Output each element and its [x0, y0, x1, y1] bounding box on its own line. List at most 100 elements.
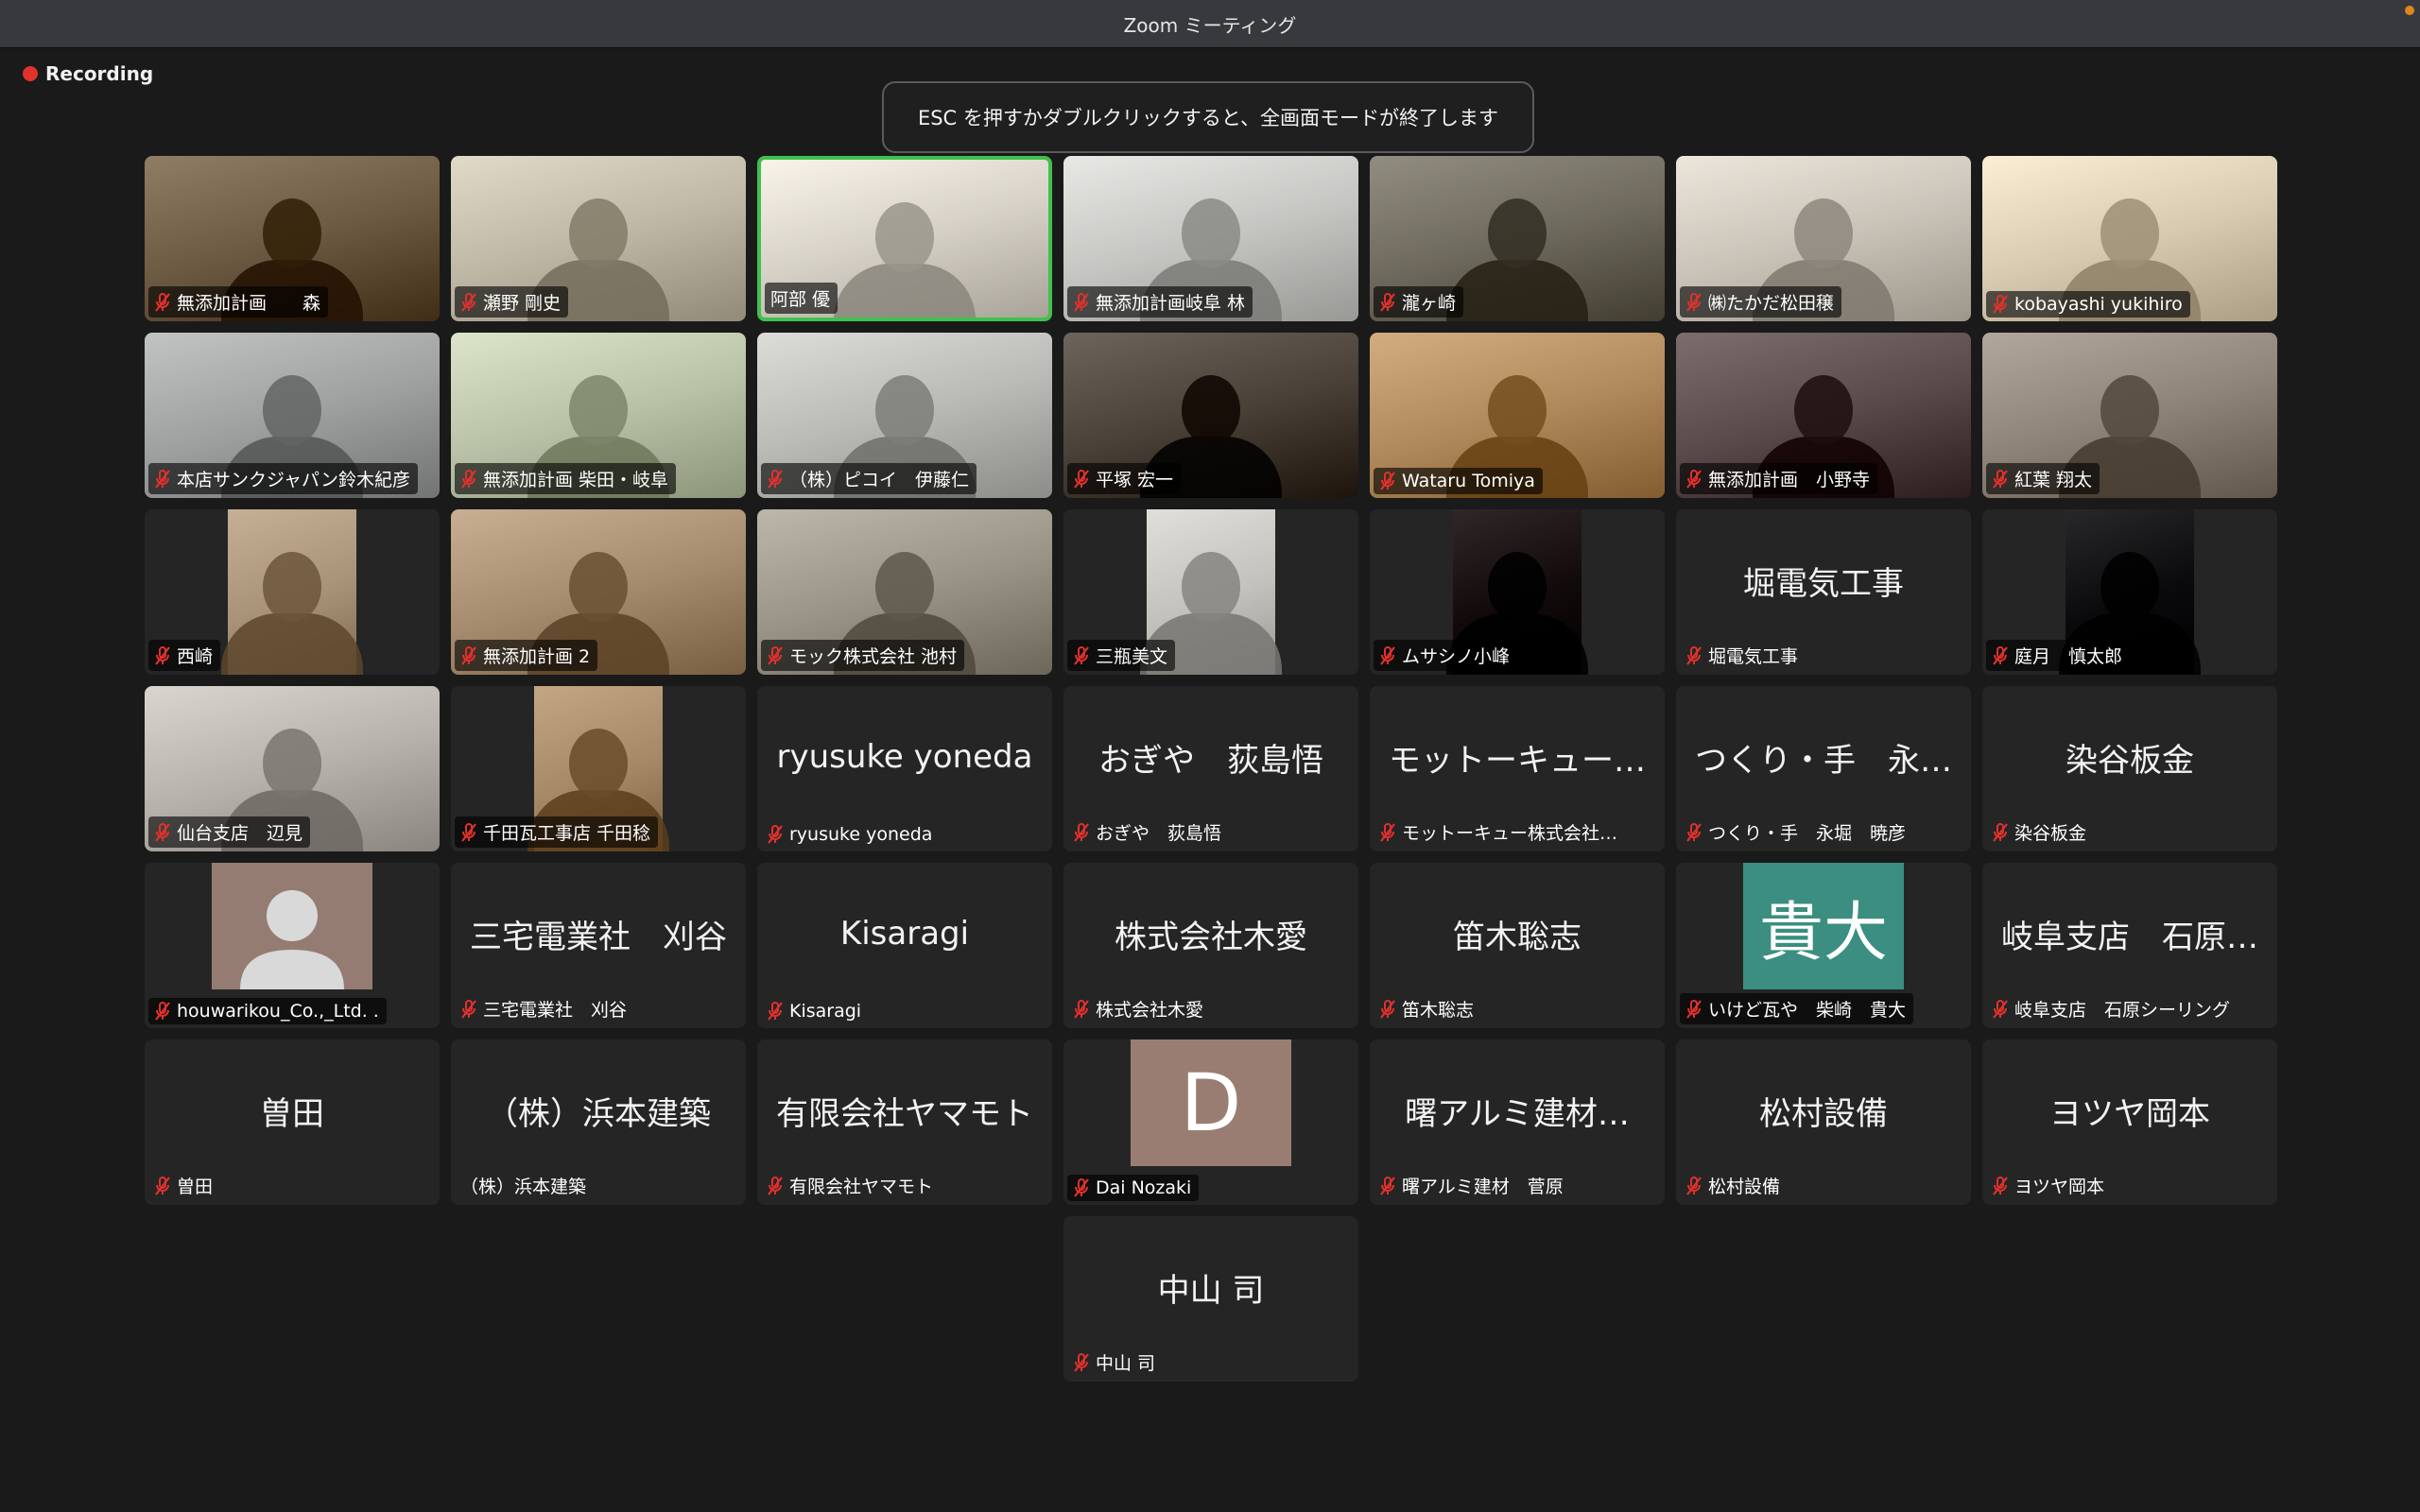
microphone-muted-icon	[154, 469, 171, 490]
microphone-muted-icon	[767, 824, 784, 845]
participant-name-label: 平塚 宏一	[1067, 463, 1182, 494]
participant-name: 仙台支店 辺見	[177, 823, 303, 844]
participant-tile[interactable]: 曙アルミ建材… 曙アルミ建材 菅原	[1370, 1040, 1665, 1205]
participant-tile[interactable]: 阿部 優	[757, 156, 1052, 321]
notification-dot	[2405, 6, 2414, 15]
participant-name-label: houwarikou_Co.,_Ltd. .	[148, 998, 387, 1024]
participant-display-name: 松村設備	[1759, 1094, 1888, 1133]
participant-tile[interactable]: 笛木聡志 笛木聡志	[1370, 863, 1665, 1028]
participant-name: 三瓶美文	[1096, 646, 1168, 667]
participant-name: 三宅電業社 刈谷	[483, 1000, 628, 1021]
microphone-muted-icon	[767, 1176, 784, 1196]
participant-tile[interactable]: 千田瓦工事店 千田稔	[451, 686, 746, 851]
participant-name-label: ㈱たかだ松田穣	[1680, 286, 1842, 318]
participant-name-label: 本店サンクジャパン鈴木紀彦	[148, 463, 419, 494]
microphone-muted-icon	[1685, 292, 1703, 313]
participant-name-label: （株）浜本建築	[455, 1170, 594, 1201]
participant-tile[interactable]: 松村設備 松村設備	[1676, 1040, 1971, 1205]
participant-display-name: 笛木聡志	[1453, 918, 1582, 956]
participant-tile[interactable]: 庭月 慎太郎	[1982, 509, 2277, 675]
participant-name: Wataru Tomiya	[1402, 471, 1535, 491]
participant-name: 紅葉 翔太	[2014, 470, 2093, 490]
participant-tile[interactable]: （株）浜本建築 （株）浜本建築	[451, 1040, 746, 1205]
participant-name: 平塚 宏一	[1096, 470, 1174, 490]
participant-tile[interactable]: おぎや 荻島悟 おぎや 荻島悟	[1063, 686, 1358, 851]
participant-tile[interactable]: Kisaragi Kisaragi	[757, 863, 1052, 1028]
participant-tile[interactable]: 三瓶美文	[1063, 509, 1358, 675]
participant-name: 本店サンクジャパン鈴木紀彦	[177, 470, 411, 490]
participant-tile[interactable]: kobayashi yukihiro	[1982, 156, 2277, 321]
person-silhouette	[569, 552, 628, 622]
participant-name-label: 三宅電業社 刈谷	[455, 993, 634, 1024]
participant-name-label: 瀧ヶ崎	[1374, 286, 1464, 318]
person-silhouette	[1488, 375, 1547, 445]
participant-tile[interactable]: 本店サンクジャパン鈴木紀彦	[145, 333, 440, 498]
participant-tile[interactable]: ryusuke yoneda ryusuke yoneda	[757, 686, 1052, 851]
participant-name: ムサシノ小峰	[1402, 646, 1511, 667]
participant-name: kobayashi yukihiro	[2014, 294, 2183, 315]
participant-tile[interactable]: 有限会社ヤマモト 有限会社ヤマモト	[757, 1040, 1052, 1205]
microphone-muted-icon	[460, 292, 477, 313]
microphone-muted-icon	[1992, 999, 2009, 1020]
participant-tile[interactable]: ムサシノ小峰	[1370, 509, 1665, 675]
person-silhouette	[263, 552, 321, 622]
recording-indicator[interactable]: Recording	[23, 62, 153, 85]
title-bar[interactable]: Zoom ミーティング	[0, 0, 2420, 48]
participant-name-label: 三瓶美文	[1067, 640, 1176, 671]
participant-tile[interactable]: 瀬野 剛史	[451, 156, 746, 321]
participant-tile[interactable]: 無添加計画 小野寺	[1676, 333, 1971, 498]
participant-tile[interactable]: 仙台支店 辺見	[145, 686, 440, 851]
participant-tile[interactable]: ヨツヤ岡本 ヨツヤ岡本	[1982, 1040, 2277, 1205]
microphone-muted-icon	[1379, 999, 1396, 1020]
participant-tile[interactable]: houwarikou_Co.,_Ltd. .	[145, 863, 440, 1028]
participant-tile[interactable]: つくり・手 永… つくり・手 永堀 暁彦	[1676, 686, 1971, 851]
participant-tile[interactable]: 岐阜支店 石原… 岐阜支店 石原シーリング	[1982, 863, 2277, 1028]
participant-name-label: 曽田	[148, 1170, 220, 1201]
participant-tile[interactable]: Wataru Tomiya	[1370, 333, 1665, 498]
participant-display-name: ryusuke yoneda	[776, 738, 1033, 776]
participant-tile[interactable]: 三宅電業社 刈谷 三宅電業社 刈谷	[451, 863, 746, 1028]
participant-tile[interactable]: 無添加計画 2	[451, 509, 746, 675]
participant-tile[interactable]: 西崎	[145, 509, 440, 675]
participant-tile[interactable]: 無添加計画 柴田・岐阜	[451, 333, 746, 498]
microphone-muted-icon	[1073, 645, 1090, 666]
participant-name: 無添加計画 小野寺	[1708, 470, 1871, 490]
participant-tile[interactable]: 堀電気工事 堀電気工事	[1676, 509, 1971, 675]
fullscreen-exit-text: ESC を押すかダブルクリックすると、全画面モードが終了します	[917, 107, 1499, 129]
avatar-initials: 貴大	[1758, 895, 1888, 971]
participant-tile[interactable]: モットーキュー… モットーキュー株式会社…	[1370, 686, 1665, 851]
participant-tile[interactable]: 貴大 いけど瓦や 柴崎 貴大	[1676, 863, 1971, 1028]
participant-display-name: 曙アルミ建材…	[1405, 1094, 1630, 1133]
participant-tile[interactable]: 平塚 宏一	[1063, 333, 1358, 498]
person-silhouette	[875, 552, 934, 622]
participant-name: 堀電気工事	[1708, 646, 1799, 667]
participant-tile[interactable]: 中山 司中山 司	[1063, 1216, 1358, 1382]
participant-tile[interactable]: （株）ピコイ 伊藤仁	[757, 333, 1052, 498]
participant-tile[interactable]: 曽田 曽田	[145, 1040, 440, 1205]
microphone-muted-icon	[1992, 822, 2009, 843]
participant-tile[interactable]: モック株式会社 池村	[757, 509, 1052, 675]
participant-tile[interactable]: 紅葉 翔太	[1982, 333, 2277, 498]
microphone-muted-icon	[1073, 999, 1090, 1020]
participant-tile[interactable]: ㈱たかだ松田穣	[1676, 156, 1971, 321]
participant-name-label: 曙アルミ建材 菅原	[1374, 1170, 1571, 1201]
participant-tile[interactable]: D Dai Nozaki	[1063, 1040, 1358, 1205]
participant-tile[interactable]: 染谷板金 染谷板金	[1982, 686, 2277, 851]
participant-display-name: 堀電気工事	[1743, 564, 1904, 603]
participant-tile[interactable]: 無添加計画 森	[145, 156, 440, 321]
person-silhouette	[875, 202, 934, 272]
participant-tile[interactable]: 瀧ヶ崎	[1370, 156, 1665, 321]
participant-tile[interactable]: 無添加計画岐阜 林	[1063, 156, 1358, 321]
microphone-muted-icon	[1379, 1176, 1396, 1196]
participant-name: 阿部 優	[770, 289, 831, 310]
microphone-muted-icon	[154, 645, 171, 666]
participant-name-label: 染谷板金	[1986, 816, 2094, 848]
fullscreen-exit-banner: ESC を押すかダブルクリックすると、全画面モードが終了します	[882, 81, 1534, 153]
participant-display-name: 染谷板金	[2066, 741, 2194, 780]
participant-name: 松村設備	[1708, 1177, 1781, 1197]
participant-display-name: 岐阜支店 石原…	[2001, 918, 2258, 956]
participant-tile[interactable]: 株式会社木愛 株式会社木愛	[1063, 863, 1358, 1028]
microphone-muted-icon	[1379, 645, 1396, 666]
microphone-muted-icon	[154, 1001, 171, 1022]
microphone-muted-icon	[1073, 1177, 1090, 1198]
